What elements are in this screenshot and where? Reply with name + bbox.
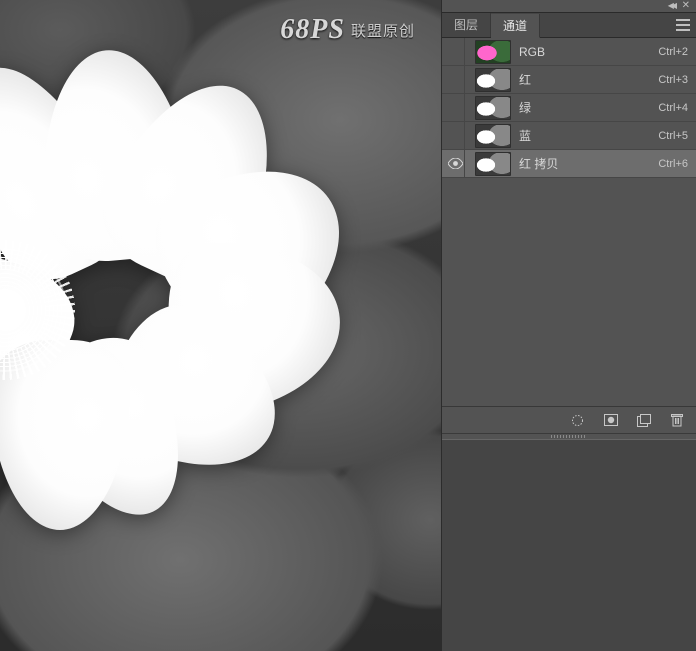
lotus-flower [0,120,320,480]
panel-tabbar: 图层 通道 [442,13,696,38]
watermark: 68PS 联盟原创 [280,14,415,46]
channel-thumbnail [475,152,511,176]
channels-list: RGB Ctrl+2 红 Ctrl+3 绿 Ctrl+4 蓝 Ctrl+5 红 拷贝 Ctrl+6 [442,38,696,406]
watermark-text: 联盟原创 [351,20,415,41]
channel-thumbnail [475,40,511,64]
channel-thumbnail [475,68,511,92]
channel-name: 绿 [519,99,531,116]
visibility-toggle[interactable] [446,38,465,65]
collapse-panel-icon[interactable]: ◀◀ [668,1,674,10]
document-canvas[interactable]: 68PS 联盟原创 [0,0,441,651]
channel-name: 红 [519,71,531,88]
panel-splitter[interactable] [442,433,696,440]
close-panel-icon[interactable]: ✕ [682,0,690,11]
channel-row[interactable]: 红 Ctrl+3 [442,66,696,94]
lower-panel-area [442,440,696,651]
eye-icon [447,156,463,172]
channel-row[interactable]: 蓝 Ctrl+5 [442,122,696,150]
channel-shortcut: Ctrl+2 [658,46,688,58]
watermark-logo: 68PS [280,14,345,46]
load-selection-icon[interactable] [570,413,585,428]
panel-titlebar: ◀◀ ✕ [442,0,696,13]
side-panel: ◀◀ ✕ 图层 通道 RGB Ctrl+2 红 Ctrl+3 绿 Ctrl+4 蓝 Ctrl+… [441,0,696,651]
channel-shortcut: Ctrl+4 [658,102,688,114]
channels-footer [442,406,696,433]
channel-shortcut: Ctrl+5 [658,130,688,142]
channel-shortcut: Ctrl+6 [658,158,688,170]
channel-name: 红 拷贝 [519,155,558,172]
new-channel-icon[interactable] [636,413,651,428]
eye-icon [447,100,463,116]
channel-row[interactable]: 绿 Ctrl+4 [442,94,696,122]
channel-name: 蓝 [519,127,531,144]
tab-channels[interactable]: 通道 [491,14,540,38]
save-selection-icon[interactable] [603,413,618,428]
visibility-toggle[interactable] [446,150,465,177]
app-root: 68PS 联盟原创 ◀◀ ✕ 图层 通道 RGB Ctrl+2 红 Ctrl+3 绿 Ct… [0,0,696,651]
channel-shortcut: Ctrl+3 [658,74,688,86]
channel-row[interactable]: RGB Ctrl+2 [442,38,696,66]
delete-channel-icon[interactable] [669,413,684,428]
visibility-toggle[interactable] [446,122,465,149]
channel-thumbnail [475,124,511,148]
eye-icon [447,72,463,88]
visibility-toggle[interactable] [446,94,465,121]
channel-row[interactable]: 红 拷贝 Ctrl+6 [442,150,696,178]
channel-name: RGB [519,45,545,59]
eye-icon [447,44,463,60]
eye-icon [447,128,463,144]
channel-thumbnail [475,96,511,120]
panel-menu-icon[interactable] [676,19,690,31]
visibility-toggle[interactable] [446,66,465,93]
tab-layers[interactable]: 图层 [442,13,491,37]
